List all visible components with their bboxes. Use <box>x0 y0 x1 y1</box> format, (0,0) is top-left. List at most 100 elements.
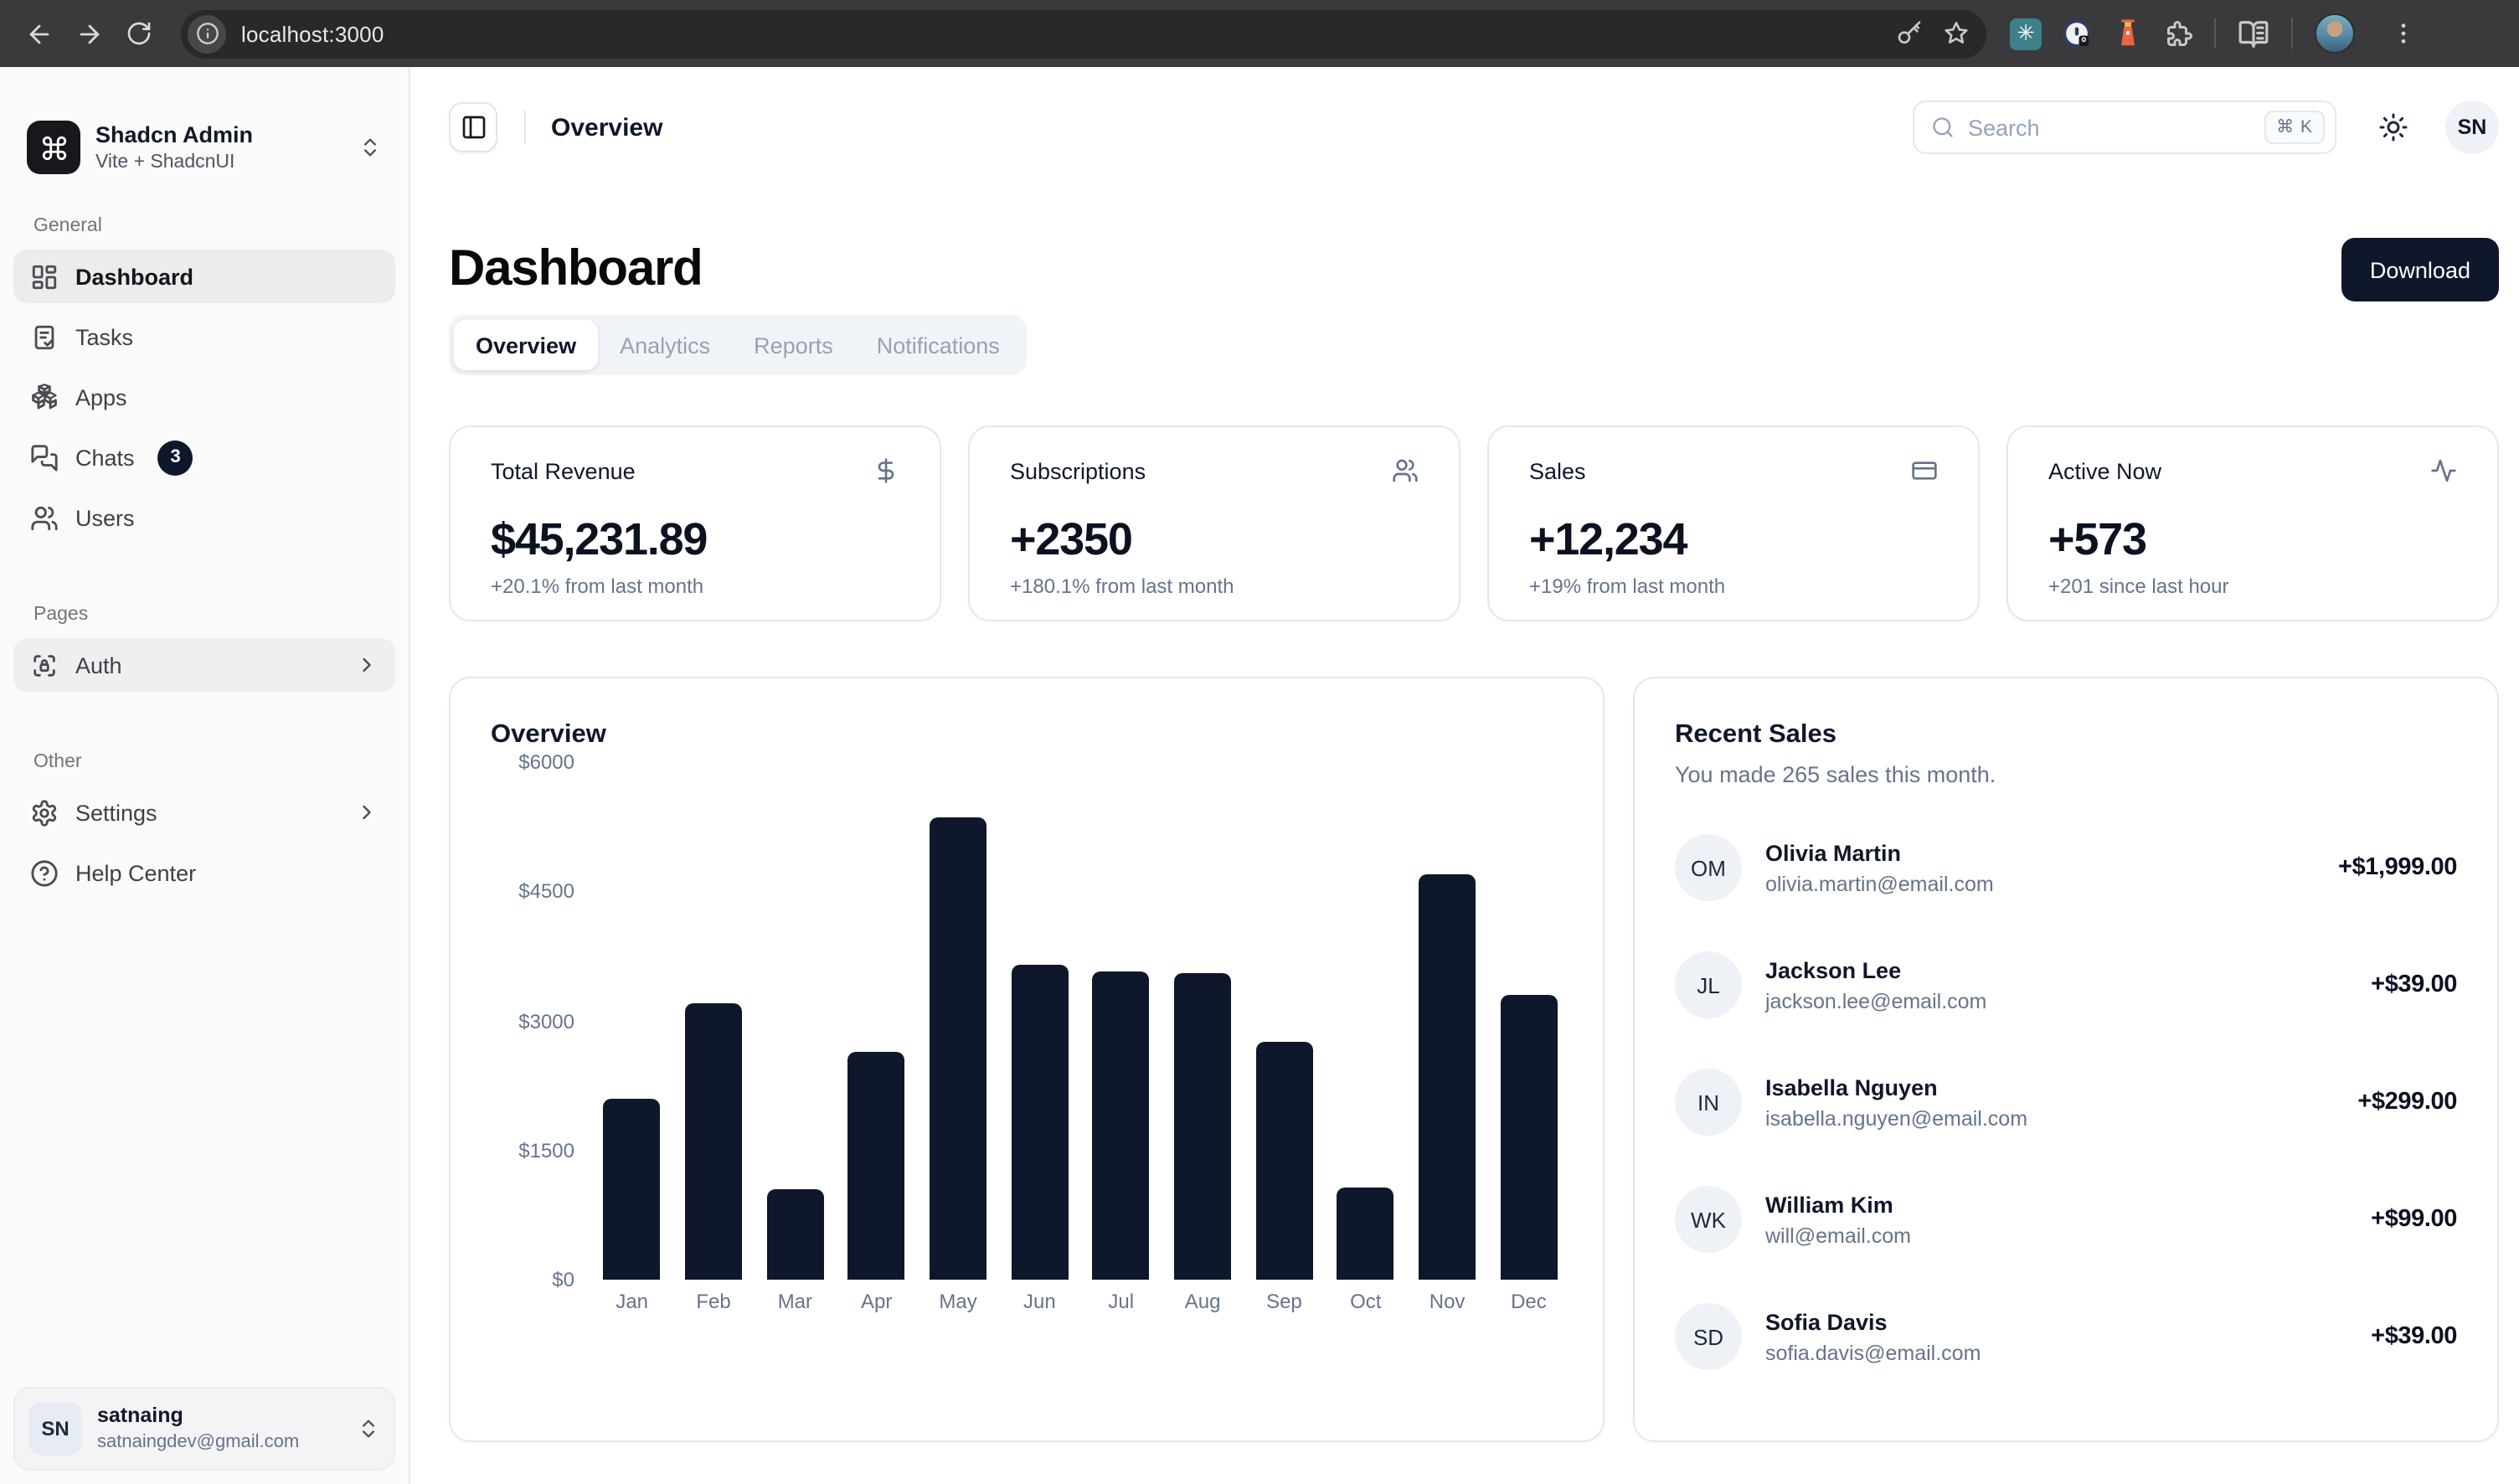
x-tick: Aug <box>1168 1290 1236 1313</box>
org-switcher[interactable]: Shadcn Admin Vite + ShadcnUI <box>13 107 395 188</box>
tab-reports[interactable]: Reports <box>732 320 855 370</box>
forward-button[interactable] <box>64 8 114 59</box>
sidebar: Shadcn Admin Vite + ShadcnUI General Das… <box>0 67 410 1484</box>
sale-name: Olivia Martin <box>1765 838 2315 867</box>
stat-change: +201 since last hour <box>2048 575 2457 598</box>
stat-card-active-now: Active Now +573 +201 since last hour <box>2006 425 2499 621</box>
theme-toggle-button[interactable] <box>2378 112 2408 142</box>
sale-email: sofia.davis@email.com <box>1765 1339 2347 1366</box>
avatar: IN <box>1675 1069 1742 1136</box>
bar-jan <box>598 762 666 1280</box>
recent-sales-card: Recent Sales You made 265 sales this mon… <box>1633 677 2499 1442</box>
org-name: Shadcn Admin <box>95 121 343 148</box>
reload-button[interactable] <box>114 8 164 59</box>
x-tick: Dec <box>1495 1290 1563 1313</box>
stat-title: Sales <box>1529 458 1586 483</box>
chevron-right-icon <box>355 653 379 677</box>
sale-amount: +$39.00 <box>2371 971 2457 998</box>
bar-dec <box>1495 762 1563 1280</box>
search-input[interactable]: Search ⌘ K <box>1913 100 2336 154</box>
extensions-puzzle-icon[interactable] <box>2162 18 2192 49</box>
x-tick: Nov <box>1413 1290 1481 1313</box>
sidebar-item-label: Dashboard <box>75 264 193 289</box>
url-text[interactable]: localhost:3000 <box>241 21 1876 46</box>
chats-count-badge: 3 <box>158 440 193 475</box>
sidebar-item-settings[interactable]: Settings <box>13 786 395 839</box>
sale-email: isabella.nguyen@email.com <box>1765 1105 2334 1131</box>
sale-email: will@email.com <box>1765 1222 2347 1249</box>
bar-mar <box>761 762 829 1280</box>
x-tick: Jan <box>598 1290 666 1313</box>
search-placeholder: Search <box>1968 115 2264 140</box>
packages-icon <box>30 383 59 411</box>
profile-avatar[interactable]: SN <box>2445 100 2499 154</box>
bar-oct <box>1332 762 1399 1280</box>
download-button[interactable]: Download <box>2341 238 2499 301</box>
chart-yaxis: $6000$4500$3000$1500$0 <box>491 762 598 1280</box>
x-tick: Feb <box>679 1290 747 1313</box>
avatar: OM <box>1675 834 1742 901</box>
section-label-other: Other <box>13 752 395 772</box>
lock-access-icon <box>30 651 59 679</box>
sidebar-item-dashboard[interactable]: Dashboard <box>13 250 395 303</box>
sidebar-toggle-button[interactable] <box>449 102 497 152</box>
y-tick: $6000 <box>518 750 574 774</box>
tab-analytics[interactable]: Analytics <box>598 320 732 370</box>
sun-icon <box>2378 112 2408 142</box>
stat-title: Active Now <box>2048 458 2161 483</box>
stat-title: Subscriptions <box>1010 458 1146 483</box>
sidebar-item-tasks[interactable]: Tasks <box>13 310 395 363</box>
avatar: WK <box>1675 1186 1742 1253</box>
address-bar[interactable]: localhost:3000 <box>181 9 1986 58</box>
stat-card-subscriptions: Subscriptions +2350 +180.1% from last mo… <box>968 425 1460 621</box>
sidebar-item-label: Help Center <box>75 860 196 885</box>
sale-amount: +$39.00 <box>2371 1323 2457 1350</box>
sale-name: Isabella Nguyen <box>1765 1073 2334 1101</box>
gear-icon <box>30 798 59 827</box>
toolbar-divider <box>2291 18 2293 49</box>
bar-apr <box>842 762 910 1280</box>
avatar: SD <box>1675 1303 1742 1370</box>
sidebar-item-help-center[interactable]: Help Center <box>13 846 395 899</box>
bar-nov <box>1413 762 1481 1280</box>
search-icon <box>1931 116 1955 139</box>
stat-value: +12,234 <box>1529 514 1938 564</box>
back-button[interactable] <box>13 8 64 59</box>
stat-value: +2350 <box>1010 514 1419 564</box>
sale-amount: +$1,999.00 <box>2338 854 2457 881</box>
sidebar-item-auth[interactable]: Auth <box>13 638 395 692</box>
sidebar-user-button[interactable]: SN satnaing satnaingdev@gmail.com <box>13 1387 395 1471</box>
help-circle-icon <box>30 858 59 887</box>
extension-1password-icon[interactable] <box>2060 17 2094 50</box>
x-tick: Sep <box>1250 1290 1318 1313</box>
tab-notifications[interactable]: Notifications <box>855 320 1022 370</box>
extension-lighthouse-icon[interactable] <box>2112 17 2144 50</box>
sale-email: olivia.martin@email.com <box>1765 870 2315 897</box>
messages-icon <box>30 443 59 471</box>
site-info-icon[interactable] <box>188 14 226 53</box>
password-key-icon[interactable] <box>1896 20 1923 47</box>
sidebar-item-chats[interactable]: Chats 3 <box>13 430 395 484</box>
users-icon <box>30 503 59 532</box>
sale-name: Jackson Lee <box>1765 956 2347 984</box>
sale-row: OM Olivia Martin olivia.martin@email.com… <box>1675 834 2457 901</box>
page-title: Dashboard <box>449 241 703 298</box>
extension-snowflake-icon[interactable]: ✳ <box>2010 18 2042 49</box>
stat-title: Total Revenue <box>491 458 636 483</box>
sale-row: JL Jackson Lee jackson.lee@email.com +$3… <box>1675 951 2457 1018</box>
sidebar-item-users[interactable]: Users <box>13 491 395 544</box>
browser-profile-avatar[interactable] <box>2315 13 2355 54</box>
sidebar-item-label: Apps <box>75 384 127 410</box>
tabs-list: Overview Analytics Reports Notifications <box>449 315 1027 375</box>
command-logo-icon <box>27 121 80 174</box>
sidebar-item-apps[interactable]: Apps <box>13 370 395 424</box>
sale-row: SD Sofia Davis sofia.davis@email.com +$3… <box>1675 1303 2457 1370</box>
bar-jun <box>1006 762 1074 1280</box>
activity-icon <box>2430 457 2457 484</box>
section-label-general: General <box>13 216 395 236</box>
y-tick: $3000 <box>518 1009 574 1033</box>
browser-menu-icon[interactable] <box>2390 20 2417 47</box>
reading-list-icon[interactable] <box>2238 18 2269 49</box>
bookmark-star-icon[interactable] <box>1943 20 1970 47</box>
tab-overview[interactable]: Overview <box>454 320 598 370</box>
